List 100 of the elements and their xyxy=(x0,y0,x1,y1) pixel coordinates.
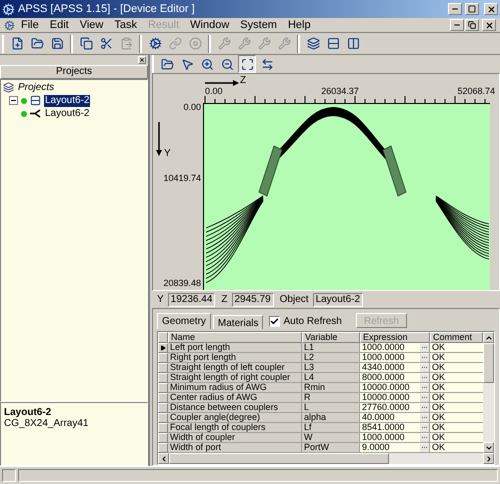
wrench-icon xyxy=(258,37,270,50)
swap-icon xyxy=(260,58,274,71)
coordinate-label: Z xyxy=(221,294,228,306)
axis-tick-label: 52068.74 xyxy=(457,86,495,96)
table-cell: OK xyxy=(430,353,483,363)
table-cell: OK xyxy=(430,383,483,393)
minimize-button[interactable] xyxy=(448,3,462,15)
table-cell: Right port length xyxy=(168,353,302,363)
maximize-icon xyxy=(468,5,476,13)
tree-item[interactable]: Layout6-2 xyxy=(44,94,90,106)
restore-icon xyxy=(468,21,476,29)
maximize-button[interactable] xyxy=(465,3,479,15)
vertical-scrollbar[interactable] xyxy=(483,332,494,453)
menu-item[interactable]: Task xyxy=(109,18,142,32)
close-button[interactable] xyxy=(484,3,498,15)
tree-item[interactable]: Layout6-2 xyxy=(44,108,90,120)
checkbox-label[interactable]: Auto Refresh xyxy=(283,314,342,328)
menu-item[interactable]: View xyxy=(74,18,108,32)
layout-icon xyxy=(30,95,41,106)
table-cell: OK xyxy=(430,373,483,383)
current-row-icon xyxy=(160,345,166,351)
axis-tick-label: 20839.48 xyxy=(163,278,201,288)
axis-tick-label: 0.00 xyxy=(205,86,223,96)
ellipsis-icon xyxy=(421,444,428,451)
menu-item[interactable]: File xyxy=(16,18,44,32)
scroll-right-icon[interactable] xyxy=(484,454,492,462)
table-cell: Rmin xyxy=(302,383,360,393)
table-cell: Focal length of couplers xyxy=(168,423,302,433)
table-cell: L3 xyxy=(302,363,360,373)
scroll-down-icon[interactable] xyxy=(484,444,492,452)
branch-icon xyxy=(30,109,41,118)
ellipsis-icon xyxy=(421,344,428,351)
ellipsis-button[interactable] xyxy=(420,434,429,442)
collapse-icon[interactable] xyxy=(9,96,18,105)
z-arrow-icon xyxy=(205,80,239,86)
table-cell: Straight length of left coupler xyxy=(168,363,302,373)
menu-item[interactable]: System xyxy=(235,18,282,32)
panel-header: Projects xyxy=(0,65,148,79)
menu-item[interactable]: Edit xyxy=(44,18,74,32)
wrench-icon xyxy=(238,37,250,50)
axis-tick-label: 10419.74 xyxy=(163,173,201,184)
table-cell: Lf xyxy=(302,423,360,433)
ellipsis-button[interactable] xyxy=(420,344,429,352)
ellipsis-button[interactable] xyxy=(420,394,429,402)
close-icon xyxy=(484,20,494,30)
close-icon[interactable] xyxy=(138,56,146,64)
row-header xyxy=(158,332,168,343)
tile-vertical-icon xyxy=(346,37,360,50)
close-icon xyxy=(486,4,496,14)
table-cell: Distance between couplers xyxy=(168,403,302,413)
tab[interactable]: Materials xyxy=(212,315,264,329)
table-cell: PortW xyxy=(302,443,360,453)
minimize-button[interactable] xyxy=(450,19,464,31)
axis-label: Y xyxy=(164,148,171,160)
menu-item[interactable]: Help xyxy=(282,18,316,32)
checkbox[interactable] xyxy=(269,316,280,326)
tab[interactable]: Geometry xyxy=(157,313,211,329)
table-cell: Left port length xyxy=(168,343,302,353)
ellipsis-button[interactable] xyxy=(420,414,429,422)
toolbar-button[interactable] xyxy=(238,55,256,74)
scroll-up-icon[interactable] xyxy=(484,334,492,342)
coordinate-field: 19236.44 xyxy=(168,292,216,307)
column-header: Comment xyxy=(430,332,483,343)
table-cell: Width of port xyxy=(168,443,302,453)
table-cell: Center radius of AWG xyxy=(168,393,302,403)
close-button[interactable] xyxy=(482,19,496,31)
restore-button[interactable] xyxy=(465,19,479,31)
zoom-out-icon xyxy=(220,58,234,71)
tree-item[interactable]: Projects xyxy=(17,82,56,94)
coordinate-label: Object xyxy=(280,294,309,306)
ellipsis-button[interactable] xyxy=(420,404,429,412)
info-subtitle: CG_8X24_Array41 xyxy=(4,418,90,429)
ellipsis-button[interactable] xyxy=(420,444,429,452)
scroll-left-icon[interactable] xyxy=(160,454,168,462)
ellipsis-button[interactable] xyxy=(420,374,429,382)
menu-item[interactable]: Window xyxy=(185,18,234,32)
projects-icon xyxy=(3,82,14,93)
row-header[interactable] xyxy=(158,343,168,353)
ellipsis-button[interactable] xyxy=(420,364,429,372)
coordinate-field: 2945.79 xyxy=(232,292,274,307)
table-cell: R xyxy=(302,393,360,403)
table-cell: alpha xyxy=(302,413,360,423)
stop-icon xyxy=(188,37,202,50)
coordinate-field: Layout6-2 xyxy=(312,292,364,307)
table-cell: Straight length of right coupler xyxy=(168,373,302,383)
wrench-icon xyxy=(278,37,290,50)
table-cell: OK xyxy=(430,403,483,413)
axis-tick-label: 0.00 xyxy=(183,102,201,112)
ellipsis-button[interactable] xyxy=(420,424,429,432)
zoom-in-icon xyxy=(200,58,214,71)
folder-icon xyxy=(160,58,174,71)
ellipsis-button[interactable] xyxy=(420,384,429,392)
table-cell: OK xyxy=(430,443,483,453)
horizontal-scrollbar[interactable] xyxy=(158,453,494,464)
ellipsis-icon xyxy=(421,414,428,421)
info-title: Layout6-2 xyxy=(4,407,52,418)
axis-tick-label: 26034.37 xyxy=(321,86,359,96)
copy-icon xyxy=(80,37,92,50)
save-icon xyxy=(50,37,64,50)
ellipsis-button[interactable] xyxy=(420,354,429,362)
